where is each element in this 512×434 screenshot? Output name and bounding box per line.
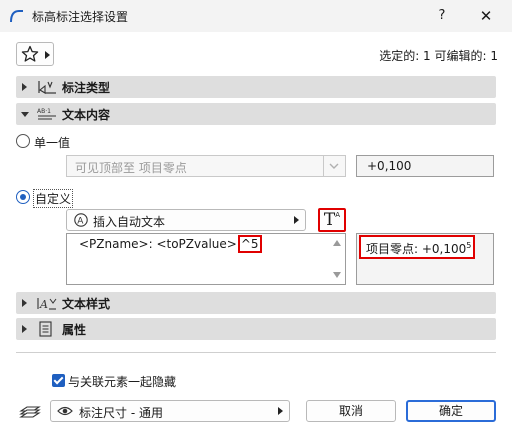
preview-superscript: 5: [466, 241, 472, 250]
text-format-button[interactable]: TA: [318, 208, 346, 232]
single-value-select: 可见顶部至 项目零点: [66, 155, 346, 177]
properties-icon: [39, 321, 52, 337]
section-properties[interactable]: 属性: [16, 318, 496, 340]
select-value: 可见顶部至 项目零点: [75, 161, 187, 175]
hide-with-element-label: 与关联元素一起隐藏: [68, 375, 177, 389]
section-text-style[interactable]: A 文本样式: [16, 292, 496, 314]
favorites-button[interactable]: [16, 42, 54, 66]
section-label: 标注类型: [62, 81, 111, 95]
auto-text-icon: A: [74, 213, 88, 227]
window-title: 标高标注选择设置: [32, 10, 129, 24]
preview-value: 项目零点: +0,100: [366, 242, 467, 256]
help-button[interactable]: ?: [432, 6, 452, 26]
insert-auto-text-label: 插入自动文本: [93, 215, 166, 229]
selection-info: 选定的: 1 可编辑的: 1: [379, 49, 498, 63]
scroll-down-icon[interactable]: [333, 272, 341, 278]
section-label: 属性: [62, 323, 87, 337]
layer-select[interactable]: 标注尺寸 - 通用: [50, 400, 290, 422]
custom-text-editor[interactable]: <PZname>: <toPZvalue> ^5: [66, 233, 346, 285]
section-marker-type[interactable]: 标注类型: [16, 76, 496, 98]
custom-label: 自定义: [33, 189, 74, 208]
collapse-icon: [21, 112, 29, 117]
text-format-glyph: T: [323, 210, 336, 230]
editor-content: <PZname>: <toPZvalue> ^5: [79, 235, 262, 253]
chevron-right-icon: [45, 51, 50, 59]
single-value-result: +0,100: [356, 155, 494, 177]
svg-text:A: A: [39, 298, 48, 311]
cancel-button[interactable]: 取消: [306, 400, 396, 422]
expand-icon: [22, 83, 27, 91]
chevron-right-icon: [278, 407, 283, 415]
svg-text:AB·1: AB·1: [37, 108, 51, 115]
elevation-marker-icon: [10, 10, 23, 23]
chevron-right-icon: [294, 216, 299, 224]
single-value-radio[interactable]: [16, 134, 30, 148]
layer-icon: [19, 406, 41, 418]
editor-highlight: ^5: [237, 235, 262, 253]
text-content-icon: AB·1: [37, 108, 56, 120]
expand-icon: [22, 325, 27, 333]
expand-icon: [22, 299, 27, 307]
editor-text: <PZname>: <toPZvalue>: [79, 237, 237, 251]
svg-text:A: A: [77, 217, 84, 227]
eye-icon: [57, 406, 73, 416]
text-preview-box: 项目零点: +0,1005: [356, 233, 494, 285]
marker-type-icon: [38, 81, 56, 94]
chevron-down-icon: [323, 156, 345, 176]
scroll-up-icon[interactable]: [333, 240, 341, 246]
divider: [16, 352, 496, 353]
insert-auto-text-button[interactable]: A 插入自动文本: [66, 209, 306, 231]
star-icon: [21, 45, 39, 62]
layer-select-value: 标注尺寸 - 通用: [79, 406, 163, 420]
section-label: 文本内容: [62, 108, 111, 122]
section-label: 文本样式: [62, 297, 111, 311]
preview-text: 项目零点: +0,1005: [359, 235, 475, 259]
single-value-label: 单一值: [34, 136, 71, 150]
section-text-content[interactable]: AB·1 文本内容: [16, 103, 496, 125]
custom-radio[interactable]: [16, 190, 30, 204]
text-format-superscript: A: [335, 211, 341, 219]
ok-button[interactable]: 确定: [406, 400, 496, 422]
close-button[interactable]: ✕: [476, 6, 496, 26]
text-style-icon: A: [37, 298, 57, 311]
hide-with-element-checkbox[interactable]: [52, 374, 65, 387]
